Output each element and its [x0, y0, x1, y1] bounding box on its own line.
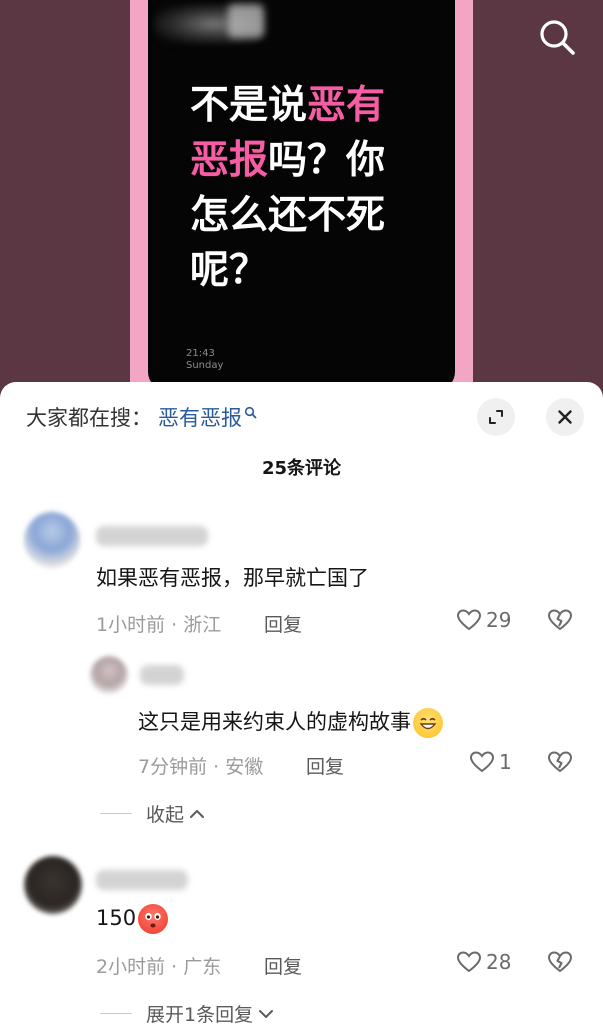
close-icon — [558, 410, 572, 424]
video-quote: 不是说恶有 恶报吗？你 怎么还不死 呢？ — [190, 78, 440, 298]
comment-meta: 1小时前 · 浙江 — [96, 614, 222, 636]
comment-text: 如果恶有恶报，那早就亡国了 — [96, 566, 369, 590]
quote-line2b: 吗？你 — [268, 138, 386, 183]
search-small-icon — [244, 406, 257, 418]
like-count: 28 — [486, 950, 512, 974]
search-button[interactable] — [535, 15, 579, 59]
expand-button[interactable] — [477, 398, 515, 436]
chevron-down-icon — [259, 1009, 274, 1018]
divider-line — [100, 1013, 132, 1014]
avatar[interactable] — [90, 656, 128, 694]
avatar[interactable] — [24, 856, 82, 914]
like-button[interactable]: 29 — [456, 608, 511, 632]
expand-replies-button[interactable]: 展开1条回复 — [100, 1000, 275, 1024]
username-blurred[interactable] — [140, 665, 184, 685]
reply-meta: 7分钟前 · 安徽 — [138, 756, 264, 778]
grinning-face-emoji — [413, 708, 443, 738]
quote-line1b: 恶有 — [307, 83, 386, 128]
quote-line1a: 不是说 — [190, 83, 308, 128]
search-icon — [540, 20, 575, 55]
reply-text: 这只是用来约束人的虚构故事 — [138, 706, 443, 738]
quote-line2a: 恶报 — [190, 138, 269, 183]
heart-icon — [456, 609, 482, 631]
collapse-label: 收起 — [146, 804, 185, 826]
reply-text-content: 这只是用来约束人的虚构故事 — [138, 710, 411, 734]
username-blurred[interactable] — [96, 526, 208, 546]
broken-heart-icon[interactable] — [547, 750, 573, 774]
comment-text: 150 — [96, 904, 169, 934]
expand-icon — [489, 410, 503, 424]
like-button[interactable]: 1 — [469, 750, 512, 774]
heart-icon — [469, 751, 495, 773]
comment-sheet: 大家都在搜： 恶有恶报 25条评论 如果恶有恶报，那早就亡国了 1小时前 · 浙… — [0, 382, 603, 1024]
broken-heart-icon[interactable] — [547, 950, 573, 974]
video-clock: 21:43 Sunday — [186, 348, 223, 372]
collapse-replies-button[interactable]: 收起 — [100, 800, 206, 827]
clock-day: Sunday — [186, 360, 224, 371]
like-count: 29 — [486, 608, 512, 632]
hot-search-bar[interactable]: 大家都在搜： 恶有恶报 — [26, 402, 257, 432]
video-content[interactable]: 不是说恶有 恶报吗？你 怎么还不死 呢？ 21:43 Sunday — [148, 0, 455, 390]
comment-meta: 2小时前 · 广东 — [96, 956, 222, 978]
expand-label: 展开1条回复 — [146, 1004, 254, 1024]
like-button[interactable]: 28 — [456, 950, 511, 974]
hot-search-prefix: 大家都在搜： — [26, 406, 152, 430]
blurred-status-icon — [228, 4, 264, 38]
flushed-face-emoji — [138, 904, 169, 934]
clock-time: 21:43 — [186, 348, 215, 359]
quote-line4: 呢？ — [190, 248, 269, 293]
chevron-up-icon — [190, 809, 205, 818]
divider-line — [100, 813, 132, 814]
like-count: 1 — [499, 750, 512, 774]
hot-search-term[interactable]: 恶有恶报 — [158, 402, 242, 432]
reply-button[interactable]: 回复 — [306, 752, 344, 779]
heart-icon — [456, 951, 482, 973]
close-button[interactable] — [546, 398, 584, 436]
quote-line3: 怎么还不死 — [190, 193, 386, 238]
reply-button[interactable]: 回复 — [264, 610, 302, 637]
reply-button[interactable]: 回复 — [264, 952, 302, 979]
comment-count: 25条评论 — [261, 458, 342, 479]
username-blurred[interactable] — [96, 870, 188, 890]
broken-heart-icon[interactable] — [547, 608, 573, 632]
comment-text-content: 150 — [96, 906, 137, 930]
avatar[interactable] — [24, 512, 80, 568]
